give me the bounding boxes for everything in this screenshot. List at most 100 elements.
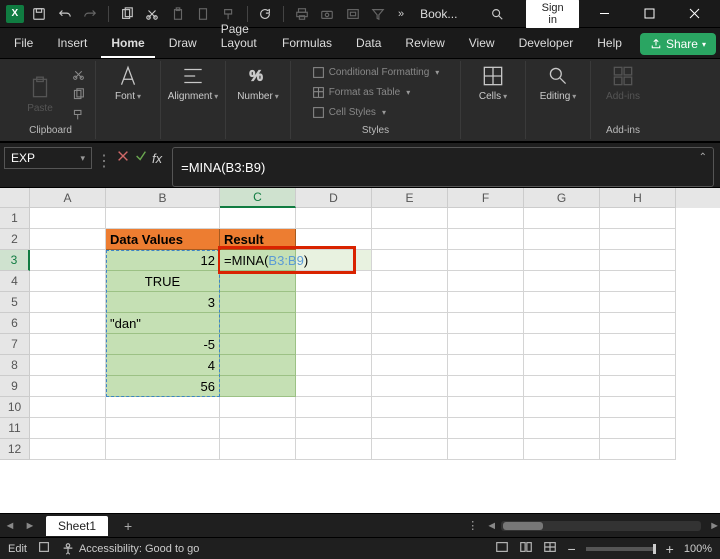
sheet-next-icon[interactable]: ► [20,520,40,532]
sheet-prev-icon[interactable]: ◄ [0,520,20,532]
copy-icon[interactable] [117,4,137,24]
format-as-table-button[interactable]: Format as Table [312,83,411,101]
cell-C9[interactable] [220,376,296,397]
cell-B8[interactable]: 4 [106,355,220,376]
redo-icon[interactable] [81,4,101,24]
screenshot-icon[interactable] [343,4,363,24]
col-F[interactable]: F [448,188,524,208]
cell-C3[interactable]: =MINA(B3:B9) [220,250,296,271]
tab-file[interactable]: File [4,30,43,58]
col-G[interactable]: G [524,188,600,208]
row-5[interactable]: 5 [0,292,30,313]
row-6[interactable]: 6 [0,313,30,334]
row-1[interactable]: 1 [0,208,30,229]
zoom-slider[interactable] [586,547,656,551]
fx-icon[interactable]: fx [152,151,162,166]
filter-icon[interactable] [368,4,388,24]
conditional-formatting-button[interactable]: Conditional Formatting [312,63,440,81]
view-normal-icon[interactable] [495,540,509,557]
cell-B4[interactable]: TRUE [106,271,220,292]
sign-in-button[interactable]: Sign in [526,0,579,29]
row-11[interactable]: 11 [0,418,30,439]
row-8[interactable]: 8 [0,355,30,376]
cancel-formula-icon[interactable] [116,149,130,168]
share-button[interactable]: Share▾ [640,33,716,55]
accessibility-status[interactable]: Accessibility: Good to go [61,542,199,556]
zoom-level[interactable]: 100% [684,543,712,555]
qat-overflow[interactable]: » [398,8,404,20]
select-all-corner[interactable] [0,188,30,208]
row-9[interactable]: 9 [0,376,30,397]
copy-button[interactable] [72,85,85,103]
col-E[interactable]: E [372,188,448,208]
col-C[interactable]: C [220,188,296,208]
tab-review[interactable]: Review [395,30,454,58]
row-10[interactable]: 10 [0,397,30,418]
tab-developer[interactable]: Developer [509,30,584,58]
minimize-button[interactable] [585,0,624,28]
font-button[interactable]: Font [104,63,152,102]
tab-formulas[interactable]: Formulas [272,30,342,58]
cell-B6[interactable]: "dan" [106,313,220,334]
row-3[interactable]: 3 [0,250,30,271]
maximize-button[interactable] [630,0,669,28]
zoom-in-icon[interactable]: + [666,541,674,557]
row-2[interactable]: 2 [0,229,30,250]
row-4[interactable]: 4 [0,271,30,292]
close-button[interactable] [675,0,714,28]
editing-button[interactable]: Editing [534,63,582,102]
cell-C6[interactable] [220,313,296,334]
print-icon[interactable] [292,4,312,24]
tab-help[interactable]: Help [587,30,632,58]
add-sheet-button[interactable]: + [118,518,138,534]
cell-C2[interactable]: Result [220,229,296,250]
row-12[interactable]: 12 [0,439,30,460]
col-D[interactable]: D [296,188,372,208]
cells-button[interactable]: Cells [469,63,517,102]
cell-B7[interactable]: -5 [106,334,220,355]
tab-draw[interactable]: Draw [159,30,207,58]
tab-data[interactable]: Data [346,30,391,58]
search-icon[interactable] [487,4,507,24]
formula-input[interactable]: =MINA(B3:B9) ⌃ [172,147,714,187]
undo-icon[interactable] [55,4,75,24]
view-page-break-icon[interactable] [543,540,557,557]
tab-view[interactable]: View [459,30,505,58]
col-A[interactable]: A [30,188,106,208]
cell-C4[interactable] [220,271,296,292]
col-H[interactable]: H [600,188,676,208]
sheet-tab-sheet1[interactable]: Sheet1 [46,516,108,536]
save-icon[interactable] [30,4,50,24]
format-painter-button[interactable] [72,105,85,123]
cell-B5[interactable]: 3 [106,292,220,313]
cell-B3[interactable]: 12 [106,250,220,271]
cut-icon[interactable] [143,4,163,24]
cell-styles-button[interactable]: Cell Styles [312,103,386,121]
macro-record-icon[interactable] [37,540,51,557]
tab-home[interactable]: Home [101,30,154,58]
sheet-options-icon[interactable]: ⋮ [467,519,478,532]
camera-icon[interactable] [317,4,337,24]
zoom-out-icon[interactable]: − [567,541,575,557]
cell-C5[interactable] [220,292,296,313]
row-7[interactable]: 7 [0,334,30,355]
tab-insert[interactable]: Insert [47,30,97,58]
cell-B9[interactable]: 56 [106,376,220,397]
addins-button[interactable]: Add-ins [599,63,647,102]
number-button[interactable]: % Number [234,63,282,102]
cut-button[interactable] [72,65,85,83]
name-box[interactable]: EXP ▾ [4,147,92,169]
spreadsheet-grid[interactable]: A B C D E F G H 1 2 Data Values Result 3… [0,188,720,513]
cell-B2[interactable]: Data Values [106,229,220,250]
tab-page-layout[interactable]: Page Layout [211,16,268,58]
view-page-layout-icon[interactable] [519,540,533,557]
paste-button[interactable]: Paste [16,75,64,114]
paste-qat-icon[interactable] [168,4,188,24]
alignment-button[interactable]: Alignment [169,63,217,102]
cell-C8[interactable] [220,355,296,376]
enter-formula-icon[interactable] [134,149,148,168]
horizontal-scrollbar[interactable] [501,521,701,531]
expand-formula-icon[interactable]: ⌃ [699,152,707,163]
cell-C7[interactable] [220,334,296,355]
col-B[interactable]: B [106,188,220,208]
